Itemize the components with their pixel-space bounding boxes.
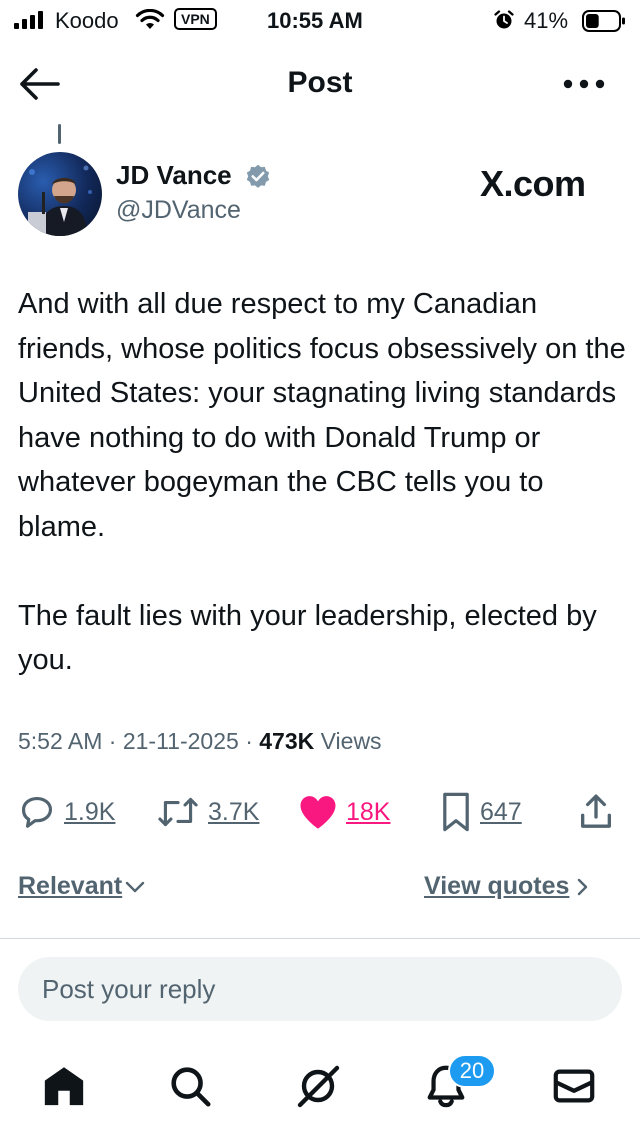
view-quotes-label: View quotes [424,872,570,900]
verified-badge-icon [246,164,270,188]
grok-icon [297,1065,340,1108]
views-count[interactable]: 473K [259,728,314,754]
post-date: 21-11-2025 [122,728,239,754]
more-options-icon[interactable] [560,76,608,92]
post-header: Post [0,50,640,120]
status-bar: Koodo VPN 10:55 AM 41% [0,0,640,42]
reply-bubble-icon [21,796,53,828]
page-title: Post [287,66,353,99]
views-label: Views [320,728,382,754]
share-button[interactable] [576,790,616,834]
reply-count: 1.9K [64,797,116,826]
nav-grok[interactable] [290,1058,346,1114]
post-time: 5:52 AM [18,728,103,754]
author-avatar[interactable] [18,152,102,236]
battery-icon [582,10,625,32]
share-upload-icon [581,794,611,828]
nav-search[interactable] [162,1058,218,1114]
status-time: 10:55 AM [267,8,363,33]
repost-count: 3.7K [208,797,260,826]
back-arrow-icon[interactable] [18,66,62,102]
view-quotes-link[interactable]: View quotes [424,872,595,901]
avatar-photo [28,165,92,236]
alarm-clock-icon [494,10,514,29]
post-metadata: 5:52 AM · 21-11-2025 · 473K Views [18,728,382,755]
heart-filled-icon [300,796,336,829]
reply-input[interactable]: Post your reply [18,957,622,1021]
cellular-signal-icon [14,11,43,29]
author-name[interactable]: JD Vance [116,160,232,191]
author-handle[interactable]: @JDVance [116,196,241,225]
mail-icon [553,1069,595,1103]
search-icon [171,1067,211,1107]
home-icon [44,1067,84,1106]
nav-messages[interactable] [546,1058,602,1114]
like-count: 18K [346,797,391,826]
bookmark-icon [443,792,469,832]
relevant-sort-dropdown[interactable]: Relevant [18,872,148,901]
repost-icon [158,797,198,827]
chevron-right-icon [578,878,588,895]
repost-button[interactable]: 3.7K [156,790,259,834]
post-body-text: And with all due respect to my Canadian … [18,288,626,676]
like-button[interactable]: 18K [298,790,390,834]
vpn-indicator: VPN [174,8,217,30]
meta-separator: · [245,728,253,754]
carrier-name: Koodo [55,8,119,33]
x-com-watermark: X.com [480,163,586,204]
chevron-down-icon [126,881,145,892]
battery-percentage: 41% [524,8,569,33]
thread-connector-line [58,124,61,144]
divider [0,938,640,939]
sort-label: Relevant [18,872,123,900]
reply-button[interactable]: 1.9K [18,790,115,834]
nav-home[interactable] [36,1058,92,1114]
notifications-badge: 20 [448,1054,496,1088]
wifi-icon [135,9,165,29]
bookmark-count: 647 [480,797,522,826]
bookmark-button[interactable]: 647 [440,790,522,834]
meta-separator: · [108,728,117,754]
